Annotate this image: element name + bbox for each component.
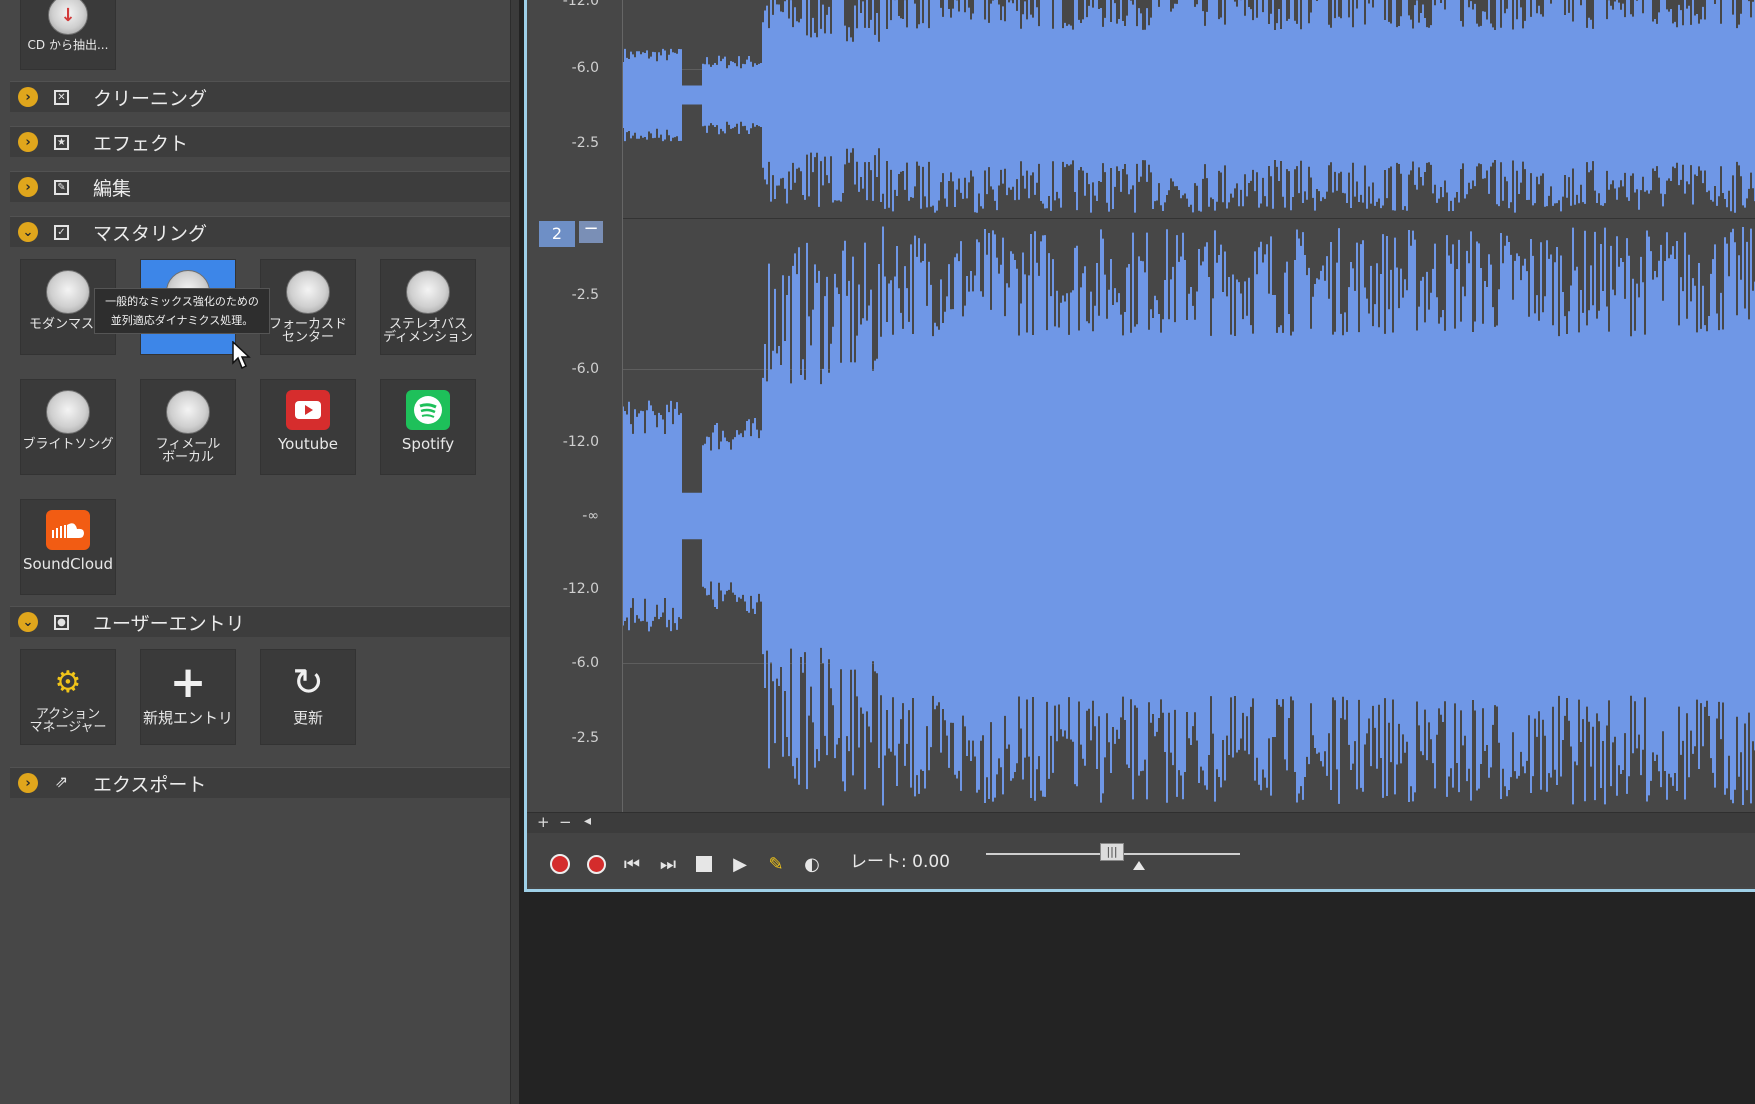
export-icon: ⇗ [54, 771, 69, 791]
waveform-display[interactable] [623, 0, 1755, 810]
collapse-arrow-icon[interactable]: ⌄ [18, 222, 38, 242]
y-label: -∞ [582, 508, 599, 524]
section-label: エクスポート [93, 773, 207, 796]
play-button[interactable]: ▶ [729, 853, 751, 875]
tile-label: アクション マネージャー [29, 707, 107, 735]
tile-label: Spotify [401, 435, 455, 453]
y-label: -2.5 [571, 730, 599, 746]
tile-label: ブライトソング [22, 437, 114, 452]
user-box-icon: ● [54, 614, 69, 630]
section-label: エフェクト [93, 132, 189, 155]
y-label: -12.0 [562, 581, 599, 597]
rate-slider-thumb[interactable]: ||| [1100, 843, 1124, 861]
youtube-icon [286, 390, 330, 430]
expand-arrow-icon[interactable]: › [18, 132, 38, 152]
record-button[interactable] [585, 853, 607, 875]
record-options-button[interactable] [549, 853, 571, 875]
refresh-tile[interactable]: ↻ 更新 [260, 649, 356, 745]
section-label: マスタリング [93, 222, 208, 245]
cd-extract-icon: ↓ [48, 0, 88, 35]
collapse-arrow-icon[interactable]: ⌄ [18, 612, 38, 632]
tile-label: ステレオバス ディメンション [382, 317, 474, 345]
disc-icon [46, 390, 90, 434]
action-manager-tile[interactable]: ⚙ アクション マネージャー [20, 649, 116, 745]
tile-label: Youtube [278, 435, 338, 453]
stop-button[interactable] [693, 853, 715, 875]
rate-slider-marker [1133, 861, 1145, 870]
section-label: クリーニング [93, 87, 208, 110]
refresh-icon: ↻ [292, 659, 324, 704]
cd-extract-label: CD から抽出... [27, 38, 109, 52]
y-label: -6.0 [571, 655, 599, 671]
track-number[interactable]: 2 [539, 221, 575, 247]
disc-icon [166, 390, 210, 434]
skip-forward-icon[interactable]: ⏭ [657, 853, 679, 875]
panel-splitter[interactable] [510, 0, 519, 1104]
expand-arrow-icon[interactable]: › [18, 177, 38, 197]
star-box-icon: ★ [54, 134, 69, 150]
section-mastering[interactable]: ⌄ ✓ マスタリング [10, 216, 510, 247]
tooltip: 一般的なミックス強化のための 並列適応ダイナミクス処理。 [94, 288, 270, 334]
section-cleaning[interactable]: › ✕ クリーニング [10, 81, 510, 112]
preset-bright-song[interactable]: ブライトソング [20, 379, 116, 475]
expand-arrow-icon[interactable]: › [18, 773, 38, 793]
tile-label: フィメール ボーカル [155, 437, 221, 465]
zoom-in-button[interactable]: + [537, 813, 550, 831]
disc-icon [46, 270, 90, 314]
tile-label: SoundCloud [22, 555, 114, 573]
cd-extract-tile[interactable]: ↓ CD から抽出... [20, 0, 116, 70]
y-label: -2.5 [571, 135, 599, 151]
plus-icon: + [169, 656, 207, 708]
section-label: ユーザーエントリ [93, 612, 245, 635]
preset-focused-center[interactable]: フォーカスド センター [260, 259, 356, 355]
expand-arrow-icon[interactable]: › [18, 87, 38, 107]
skip-back-icon[interactable]: ⏮ [621, 853, 643, 875]
soundcloud-icon [46, 510, 90, 550]
mouse-cursor-icon [232, 341, 251, 370]
section-label: 編集 [93, 177, 132, 200]
gear-icon: ⚙ [54, 664, 82, 700]
disc-icon [406, 270, 450, 314]
y-label: -2.5 [571, 287, 599, 303]
y-label: -6.0 [571, 60, 599, 76]
waveform-window: -12.0 -6.0 -2.5 -2.5 -6.0 -12.0 -∞ -12.0… [524, 0, 1755, 892]
y-label: -12.0 [562, 434, 599, 450]
tile-label: 新規エントリ [142, 709, 233, 727]
tooltip-line: 一般的なミックス強化のための [105, 295, 259, 308]
tile-label: フォーカスド センター [268, 317, 347, 345]
preset-soundcloud[interactable]: SoundCloud [20, 499, 116, 595]
scroll-left-button[interactable]: ◂ [584, 813, 591, 829]
waveform-channel-1 [623, 0, 1755, 213]
preset-stereo-bus-dimension[interactable]: ステレオバス ディメンション [380, 259, 476, 355]
preset-spotify[interactable]: Spotify [380, 379, 476, 475]
preset-female-vocal[interactable]: フィメール ボーカル [140, 379, 236, 475]
spotify-icon [406, 390, 450, 430]
section-export[interactable]: › ⇗ エクスポート [10, 767, 510, 798]
left-panel: ↓ CD から抽出... › ✕ クリーニング › ★ エフェクト › ✎ 編集… [0, 0, 518, 1104]
track-collapse-button[interactable]: − [579, 220, 603, 243]
y-label: -12.0 [562, 0, 599, 9]
section-effect[interactable]: › ★ エフェクト [10, 126, 510, 157]
waveform-channel-2 [623, 226, 1755, 806]
transport-bar: ⏮ ⏭ ▶ ✎ ◐ レート: 0.00 ||| [527, 833, 1755, 887]
preset-youtube[interactable]: Youtube [260, 379, 356, 475]
section-user-entry[interactable]: ⌄ ● ユーザーエントリ [10, 606, 510, 637]
edit-tool-icon[interactable]: ✎ [765, 853, 787, 875]
speaker-icon[interactable]: ◐ [801, 853, 823, 875]
scroll-bar[interactable]: + − ◂ [527, 812, 1755, 833]
y-label: -6.0 [571, 361, 599, 377]
check-box-icon: ✓ [54, 224, 69, 240]
x-box-icon: ✕ [54, 89, 69, 105]
section-edit[interactable]: › ✎ 編集 [10, 171, 510, 202]
disc-icon [286, 270, 330, 314]
new-entry-tile[interactable]: + 新規エントリ [140, 649, 236, 745]
edit-box-icon: ✎ [54, 179, 69, 195]
tile-label: 更新 [292, 709, 323, 727]
rate-label: レート: 0.00 [850, 852, 950, 872]
tooltip-line: 並列適応ダイナミクス処理。 [110, 314, 254, 327]
zoom-out-button[interactable]: − [559, 813, 572, 831]
